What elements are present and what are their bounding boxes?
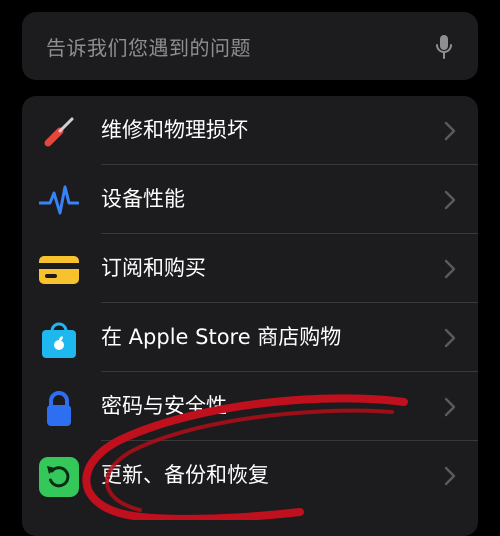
- menu-item-label: 设备性能: [101, 187, 185, 211]
- screwdriver-icon: [44, 117, 74, 147]
- menu-item-label: 密码与安全性: [101, 394, 227, 418]
- menu-item-apple-store[interactable]: 在 Apple Store 商店购物: [22, 303, 478, 372]
- menu-item-label: 订阅和购买: [101, 256, 206, 280]
- menu-item-label: 维修和物理损坏: [101, 118, 248, 142]
- search-input[interactable]: 告诉我们您遇到的问题: [46, 32, 251, 61]
- chevron-right-icon: [444, 466, 456, 486]
- menu-item-repair[interactable]: 维修和物理损坏: [22, 96, 478, 165]
- menu-item-device-performance[interactable]: 设备性能: [22, 165, 478, 234]
- chevron-right-icon: [444, 397, 456, 417]
- chevron-right-icon: [444, 190, 456, 210]
- lock-icon: [47, 391, 71, 426]
- shopping-bag-icon: [42, 322, 76, 358]
- menu-item-update-backup-restore[interactable]: 更新、备份和恢复: [22, 441, 478, 510]
- menu-item-subscriptions[interactable]: 订阅和购买: [22, 234, 478, 303]
- microphone-icon[interactable]: [434, 34, 454, 60]
- credit-card-icon: [39, 256, 79, 284]
- menu-item-label: 在 Apple Store 商店购物: [101, 325, 342, 349]
- restore-icon: [39, 457, 79, 497]
- support-topics-list: 维修和物理损坏 设备性能 订阅和购买 在 Apple Store 商店购物 密码…: [22, 96, 478, 536]
- menu-item-password-security[interactable]: 密码与安全性: [22, 372, 478, 441]
- chevron-right-icon: [444, 328, 456, 348]
- heartbeat-icon: [39, 185, 79, 215]
- chevron-right-icon: [444, 259, 456, 279]
- search-bar[interactable]: 告诉我们您遇到的问题: [22, 12, 478, 80]
- chevron-right-icon: [444, 121, 456, 141]
- menu-item-label: 更新、备份和恢复: [101, 463, 269, 487]
